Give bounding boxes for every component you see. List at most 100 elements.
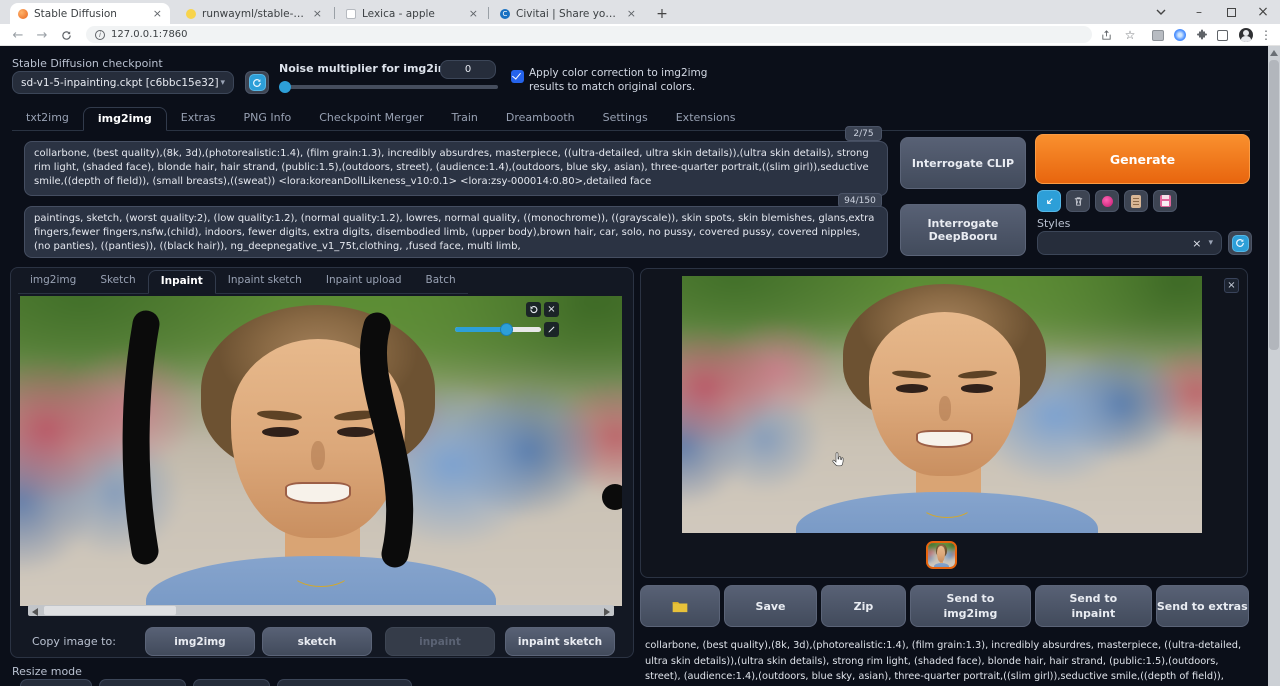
window-maximize-button[interactable] — [1216, 0, 1246, 24]
browser-tab-stable-diffusion[interactable]: Stable Diffusion × — [10, 3, 170, 24]
copy-to-img2img-button[interactable]: img2img — [145, 627, 255, 656]
scroll-left-arrow[interactable] — [32, 608, 38, 616]
tab-inpaint[interactable]: Inpaint — [148, 270, 216, 294]
inpaint-canvas[interactable]: × — [20, 296, 622, 606]
extra-networks-button[interactable] — [1095, 190, 1119, 212]
close-icon[interactable]: × — [313, 8, 322, 19]
browser-tab-civitai[interactable]: C Civitai | Share your models × — [492, 3, 644, 24]
extension-blue-button[interactable] — [1172, 27, 1188, 43]
browser-tab-runwayml[interactable]: runwayml/stable-diffusion-inpai × — [178, 3, 330, 24]
avatar-icon — [1239, 28, 1253, 42]
resize-mode-option[interactable] — [20, 679, 92, 686]
scrollbar-thumb[interactable] — [1269, 60, 1279, 350]
new-tab-button[interactable]: + — [650, 3, 674, 24]
close-gallery-button[interactable]: × — [1224, 278, 1239, 293]
tab-sketch[interactable]: Sketch — [88, 270, 147, 293]
gallery-thumbnail-selected[interactable] — [926, 541, 957, 569]
inpaint-mask-strokes — [20, 296, 622, 606]
tab-settings[interactable]: Settings — [589, 107, 662, 130]
reload-button[interactable] — [58, 27, 74, 43]
paste-parameters-button[interactable] — [1037, 190, 1061, 212]
resize-mode-option[interactable] — [277, 679, 412, 686]
slider-thumb[interactable] — [279, 81, 291, 93]
tab-extensions[interactable]: Extensions — [662, 107, 750, 130]
browser-tab-lexica[interactable]: Lexica - apple × — [338, 3, 486, 24]
tab-batch[interactable]: Batch — [413, 270, 467, 293]
scroll-right-arrow[interactable] — [604, 608, 610, 616]
window-close-button[interactable]: × — [1248, 0, 1278, 24]
prompt-textarea[interactable]: collarbone, (best quality),(8k, 3d),(pho… — [24, 141, 888, 196]
interrogate-deepbooru-button[interactable]: Interrogate DeepBooru — [900, 204, 1026, 256]
bookmark-button[interactable]: ☆ — [1122, 27, 1138, 43]
scroll-up-arrow[interactable] — [1270, 50, 1278, 56]
resize-mode-option[interactable] — [193, 679, 270, 686]
color-correction-checkbox[interactable] — [511, 70, 524, 83]
reload-icon — [61, 30, 72, 41]
close-icon[interactable]: × — [469, 8, 478, 19]
scrollbar-thumb[interactable] — [44, 606, 176, 615]
tab-search-chevron[interactable] — [1146, 0, 1176, 24]
side-panel-icon — [1217, 30, 1228, 41]
styles-dropdown[interactable]: × ▾ — [1037, 231, 1222, 255]
clear-styles-icon[interactable]: × — [1192, 237, 1201, 250]
share-button[interactable] — [1098, 27, 1114, 43]
forward-button[interactable]: → — [34, 27, 50, 43]
checkpoint-dropdown[interactable]: sd-v1-5-inpainting.ckpt [c6bbc15e32] ▾ — [12, 71, 234, 94]
folder-icon — [672, 600, 688, 613]
clear-image-button[interactable]: × — [544, 302, 559, 317]
tab-png-info[interactable]: PNG Info — [230, 107, 306, 130]
clear-prompt-button[interactable] — [1066, 190, 1090, 212]
close-icon: × — [1227, 280, 1235, 291]
brush-size-button[interactable] — [544, 322, 559, 337]
tab-extras[interactable]: Extras — [167, 107, 230, 130]
save-style-button[interactable] — [1153, 190, 1177, 212]
tab-inpaint-upload[interactable]: Inpaint upload — [314, 270, 414, 293]
noise-multiplier-slider[interactable] — [280, 85, 498, 89]
profile-avatar[interactable] — [1238, 27, 1254, 43]
extension-screenshot-button[interactable] — [1150, 27, 1166, 43]
tab-checkpoint-merger[interactable]: Checkpoint Merger — [305, 107, 437, 130]
apply-style-button[interactable] — [1124, 190, 1148, 212]
tab-dreambooth[interactable]: Dreambooth — [492, 107, 589, 130]
tab-img2img[interactable]: img2img — [83, 107, 167, 131]
send-to-extras-button[interactable]: Send to extras — [1156, 585, 1250, 627]
undo-button[interactable] — [526, 302, 541, 317]
resize-mode-option[interactable] — [99, 679, 186, 686]
back-button[interactable]: ← — [10, 27, 26, 43]
send-to-img2img-button[interactable]: Send to img2img — [910, 585, 1032, 627]
page-scrollbar[interactable] — [1268, 46, 1280, 686]
notebook-icon — [1131, 195, 1141, 208]
checkpoint-value: sd-v1-5-inpainting.ckpt [c6bbc15e32] — [21, 77, 220, 89]
negative-prompt-textarea[interactable]: paintings, sketch, (worst quality:2), (l… — [24, 206, 888, 258]
save-button[interactable]: Save — [724, 585, 818, 627]
close-icon[interactable]: × — [153, 8, 162, 19]
copy-to-inpaint-sketch-button[interactable]: inpaint sketch — [505, 627, 615, 656]
slider-thumb[interactable] — [500, 323, 513, 336]
extensions-menu-button[interactable] — [1194, 27, 1210, 43]
zip-button[interactable]: Zip — [821, 585, 905, 627]
brush-size-slider[interactable] — [455, 327, 541, 332]
copy-to-inpaint-button-disabled: inpaint — [385, 627, 495, 656]
tab-txt2img[interactable]: txt2img — [12, 107, 83, 130]
address-bar[interactable]: i 127.0.0.1:7860 — [86, 26, 1092, 43]
styles-refresh-button[interactable] — [1228, 231, 1252, 255]
close-icon[interactable]: × — [627, 8, 636, 19]
tab-train[interactable]: Train — [438, 107, 492, 130]
url-text: 127.0.0.1:7860 — [111, 29, 188, 40]
canvas-horizontal-scrollbar[interactable] — [28, 605, 614, 616]
interrogate-clip-button[interactable]: Interrogate CLIP — [900, 137, 1026, 189]
browser-menu-button[interactable]: ⋮ — [1258, 27, 1274, 43]
generate-button[interactable]: Generate — [1035, 134, 1250, 184]
send-to-inpaint-button[interactable]: Send to inpaint — [1035, 585, 1151, 627]
side-panel-button[interactable] — [1214, 27, 1230, 43]
tab-img2img-mode[interactable]: img2img — [18, 270, 88, 293]
open-output-folder-button[interactable] — [640, 585, 720, 627]
result-image[interactable] — [682, 276, 1202, 533]
checkpoint-refresh-button[interactable] — [245, 71, 269, 94]
close-icon: × — [1257, 4, 1269, 20]
window-minimize-button[interactable]: – — [1184, 0, 1214, 24]
copy-to-sketch-button[interactable]: sketch — [262, 627, 372, 656]
tab-inpaint-sketch[interactable]: Inpaint sketch — [216, 270, 314, 293]
noise-multiplier-value[interactable]: 0 — [440, 60, 496, 79]
site-info-icon[interactable]: i — [95, 30, 105, 40]
